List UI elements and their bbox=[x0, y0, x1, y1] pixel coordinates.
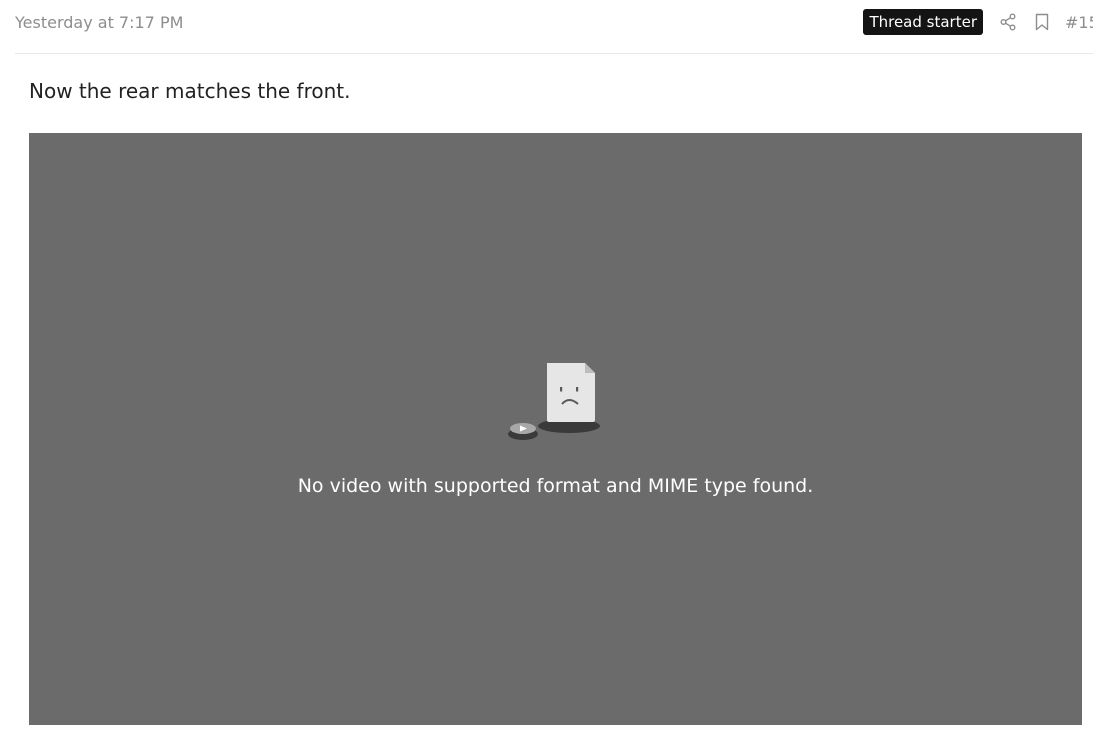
video-error-message: No video with supported format and MIME … bbox=[297, 475, 814, 497]
bookmark-icon[interactable] bbox=[1033, 12, 1051, 32]
post-timestamp[interactable]: Yesterday at 7:17 PM bbox=[15, 12, 183, 34]
post-message: Now the rear matches the front. bbox=[29, 79, 351, 103]
post-actions: Thread starter #15 bbox=[863, 9, 1093, 35]
thread-starter-badge: Thread starter bbox=[863, 9, 983, 35]
post-number-link[interactable]: #15 bbox=[1065, 13, 1093, 32]
post-header: Yesterday at 7:17 PM Thread starter #15 bbox=[15, 0, 1093, 54]
broken-file-icon bbox=[508, 363, 600, 440]
video-player[interactable]: No video with supported format and MIME … bbox=[29, 133, 1082, 725]
share-icon[interactable] bbox=[999, 12, 1017, 32]
